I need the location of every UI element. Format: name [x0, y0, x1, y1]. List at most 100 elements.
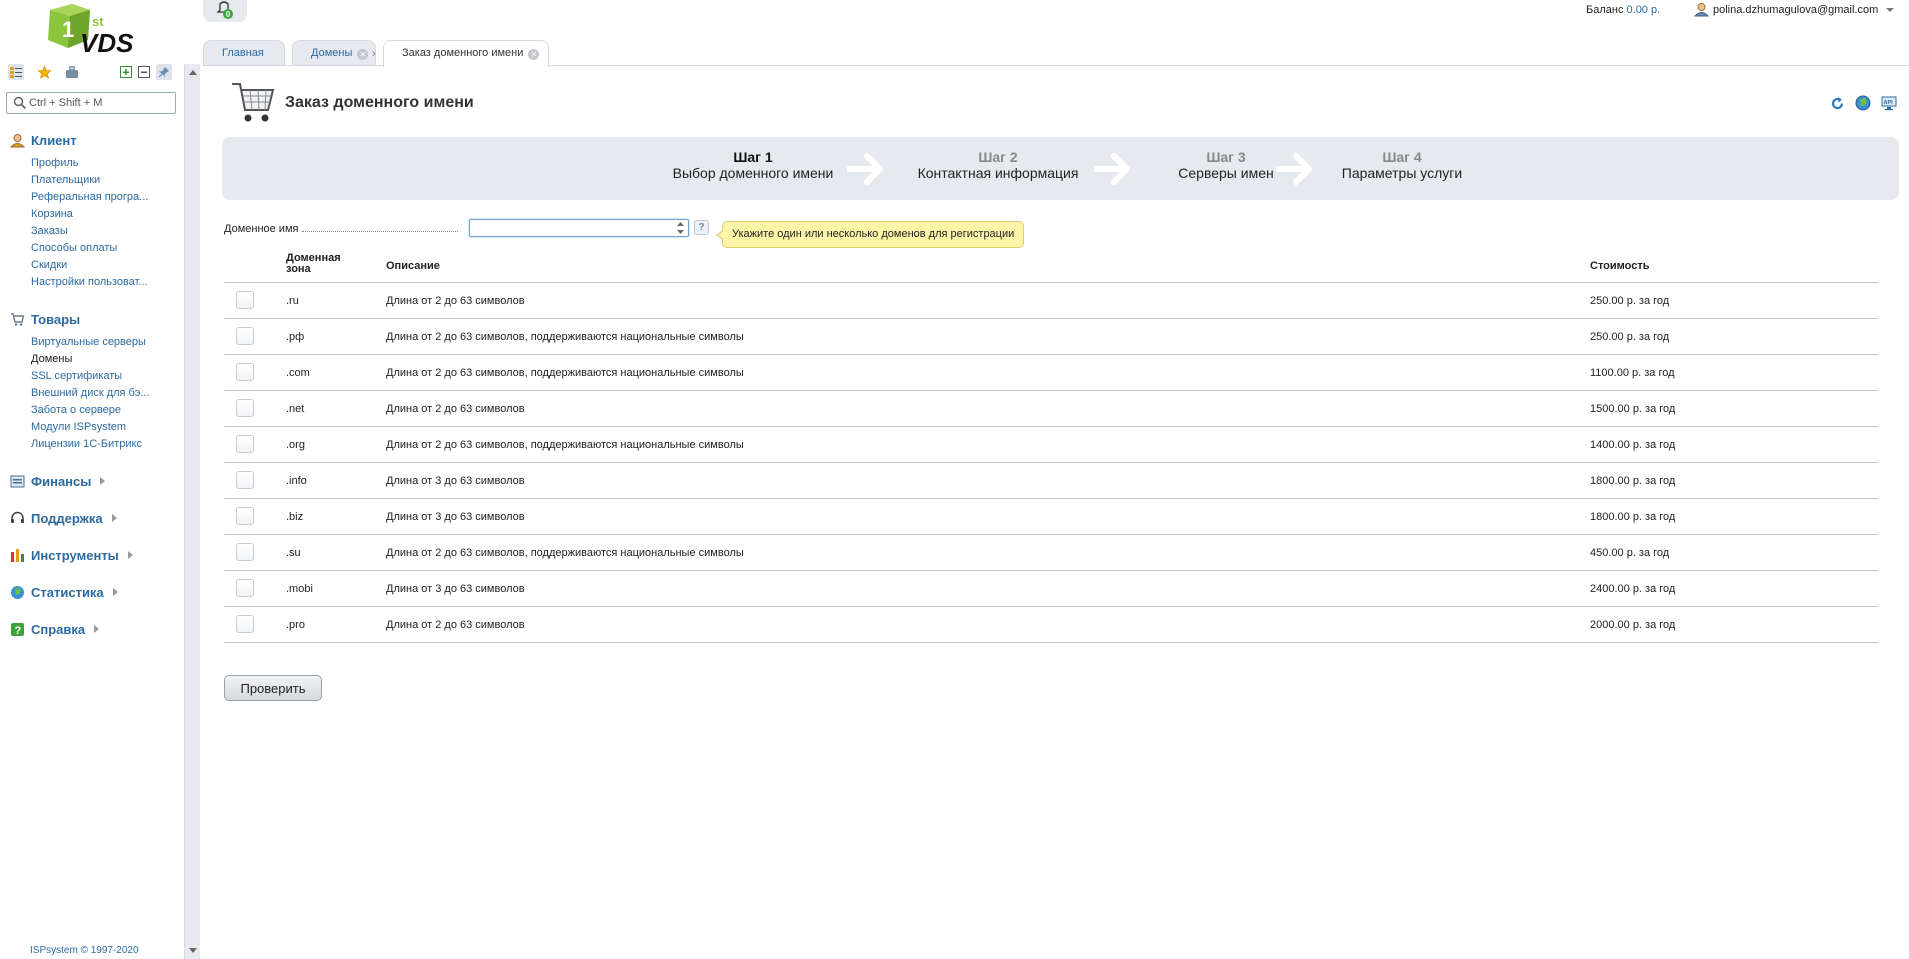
copyright-footer: ISPsystem © 1997-2020 [30, 945, 139, 956]
tab-home[interactable]: Главная [203, 40, 285, 65]
tab-order-domain-close-icon[interactable]: ✕ [528, 49, 540, 60]
table-row[interactable]: .ru Длина от 2 до 63 символов 250.00 р. … [224, 283, 1878, 319]
menu-group-statistics-title[interactable]: Статистика [10, 583, 118, 601]
vds-logo[interactable]: 1 st VDS [46, 4, 142, 58]
table-row[interactable]: .рф Длина от 2 до 63 символов, поддержив… [224, 319, 1878, 355]
menu-item-server-care[interactable]: Забота о сервере [31, 402, 163, 419]
tab-domains[interactable]: Домены ✕ [292, 40, 376, 65]
sidebar-search-input[interactable] [29, 95, 173, 111]
textarea-resize-icon[interactable] [676, 221, 685, 235]
scroll-up-icon[interactable] [189, 70, 197, 75]
step-arrow-icon [1276, 153, 1312, 185]
column-header-price[interactable]: Стоимость [1590, 260, 1650, 272]
table-row[interactable]: .pro Длина от 2 до 63 символов 2000.00 р… [224, 607, 1878, 643]
step-3-label: Серверы имен [1178, 165, 1274, 181]
row-checkbox[interactable] [236, 471, 254, 489]
menu-item-payment-methods[interactable]: Способы оплаты [31, 240, 163, 257]
row-checkbox[interactable] [236, 291, 254, 309]
tab-bar: Главная Домены ✕ › Заказ доменного имени ✕ [203, 40, 1909, 67]
scroll-down-icon[interactable] [189, 948, 197, 953]
zone-cell: .pro [286, 619, 305, 631]
globe-link-icon[interactable] [1854, 94, 1872, 112]
price-cell: 250.00 р. за год [1590, 331, 1670, 343]
notifications-bell-icon: 0 [216, 1, 233, 19]
menu-group-support: Поддержка [10, 509, 117, 527]
domain-help-button[interactable]: ? [694, 220, 709, 235]
row-checkbox[interactable] [236, 579, 254, 597]
description-cell: Длина от 2 до 63 символов [386, 403, 525, 415]
api-monitor-icon[interactable]: API [1880, 94, 1898, 112]
menu-item-user-settings[interactable]: Настройки пользоват... [31, 274, 163, 291]
balance-value[interactable]: 0.00 р. [1627, 4, 1661, 16]
menu-item-orders[interactable]: Заказы [31, 223, 163, 240]
domain-name-input[interactable] [473, 221, 663, 235]
menu-group-help-label: Справка [31, 621, 86, 637]
price-cell: 1400.00 р. за год [1590, 439, 1676, 451]
menu-item-cart[interactable]: Корзина [31, 206, 163, 223]
menu-group-tools-title[interactable]: Инструменты [10, 546, 133, 564]
description-cell: Длина от 2 до 63 символов, поддерживаютс… [386, 439, 744, 451]
check-button[interactable]: Проверить [224, 675, 322, 701]
step-2: Шаг 2 Контактная информация [908, 149, 1088, 181]
favorites-star-icon[interactable] [36, 64, 52, 80]
menu-item-virtual-servers[interactable]: Виртуальные серверы [31, 334, 163, 351]
menu-item-domains[interactable]: Домены [31, 351, 163, 368]
tab-order-domain[interactable]: Заказ доменного имени ✕ [383, 40, 549, 67]
menu-group-products-title[interactable]: Товары [10, 310, 163, 328]
step-1: Шаг 1 Выбор доменного имени [663, 149, 843, 181]
menu-item-ssl[interactable]: SSL сертификаты [31, 368, 163, 385]
row-checkbox[interactable] [236, 507, 254, 525]
table-row[interactable]: .su Длина от 2 до 63 символов, поддержив… [224, 535, 1878, 571]
domain-name-label: Доменное имя [224, 223, 458, 235]
expand-all-icon[interactable] [118, 64, 134, 80]
description-cell: Длина от 2 до 63 символов, поддерживаютс… [386, 331, 744, 343]
menu-group-client-items: Профиль Плательщики Реферальная програ..… [10, 155, 163, 291]
menu-item-discounts[interactable]: Скидки [31, 257, 163, 274]
user-menu[interactable]: polina.dzhumagulova@gmail.com [1694, 2, 1895, 17]
menu-item-profile[interactable]: Профиль [31, 155, 163, 172]
domain-name-field [469, 219, 689, 237]
svg-text:st: st [92, 14, 104, 29]
client-person-icon [9, 133, 26, 148]
menu-item-payers[interactable]: Плательщики [31, 172, 163, 189]
menu-item-1c-bitrix[interactable]: Лицензии 1С-Битрикс [31, 436, 163, 453]
menu-group-client-title[interactable]: Клиент [9, 131, 163, 149]
row-checkbox[interactable] [236, 435, 254, 453]
menu-group-finance-title[interactable]: Финансы [10, 472, 106, 490]
menu-group-help-title[interactable]: ? Справка [10, 620, 100, 638]
row-checkbox[interactable] [236, 363, 254, 381]
column-header-zone[interactable]: Доменная зона [286, 253, 341, 275]
row-checkbox[interactable] [236, 543, 254, 561]
table-row[interactable]: .biz Длина от 3 до 63 символов 1800.00 р… [224, 499, 1878, 535]
notifications-count: 0 [226, 10, 231, 19]
tree-view-icon[interactable] [8, 64, 24, 80]
refresh-icon[interactable] [1828, 94, 1846, 112]
menu-group-support-title[interactable]: Поддержка [10, 509, 117, 527]
collapse-all-icon[interactable] [136, 64, 152, 80]
step-3: Шаг 3 Серверы имен [1156, 149, 1296, 181]
menu-item-ispsystem-modules[interactable]: Модули ISPsystem [31, 419, 163, 436]
row-checkbox[interactable] [236, 615, 254, 633]
zone-cell: .org [286, 439, 305, 451]
svg-text:1: 1 [62, 17, 74, 42]
notifications-button[interactable]: 0 [203, 0, 247, 22]
step-1-number: Шаг 1 [733, 149, 773, 165]
row-checkbox[interactable] [236, 327, 254, 345]
briefcase-icon[interactable] [64, 64, 80, 80]
table-row[interactable]: .info Длина от 3 до 63 символов 1800.00 … [224, 463, 1878, 499]
description-cell: Длина от 3 до 63 символов [386, 511, 525, 523]
description-cell: Длина от 2 до 63 символов [386, 295, 525, 307]
table-row[interactable]: .com Длина от 2 до 63 символов, поддержи… [224, 355, 1878, 391]
column-header-description[interactable]: Описание [386, 260, 440, 272]
menu-item-referral[interactable]: Реферальная програ... [31, 189, 163, 206]
tab-domains-close-icon[interactable]: ✕ [357, 49, 369, 60]
pin-icon[interactable] [156, 64, 172, 80]
sidebar-scrollbar[interactable] [184, 64, 200, 959]
menu-item-backup-disk[interactable]: Внешний диск для бэ... [31, 385, 163, 402]
description-cell: Длина от 2 до 63 символов [386, 619, 525, 631]
row-checkbox[interactable] [236, 399, 254, 417]
shopping-cart-icon [230, 80, 276, 124]
table-row[interactable]: .org Длина от 2 до 63 символов, поддержи… [224, 427, 1878, 463]
table-row[interactable]: .mobi Длина от 3 до 63 символов 2400.00 … [224, 571, 1878, 607]
table-row[interactable]: .net Длина от 2 до 63 символов 1500.00 р… [224, 391, 1878, 427]
